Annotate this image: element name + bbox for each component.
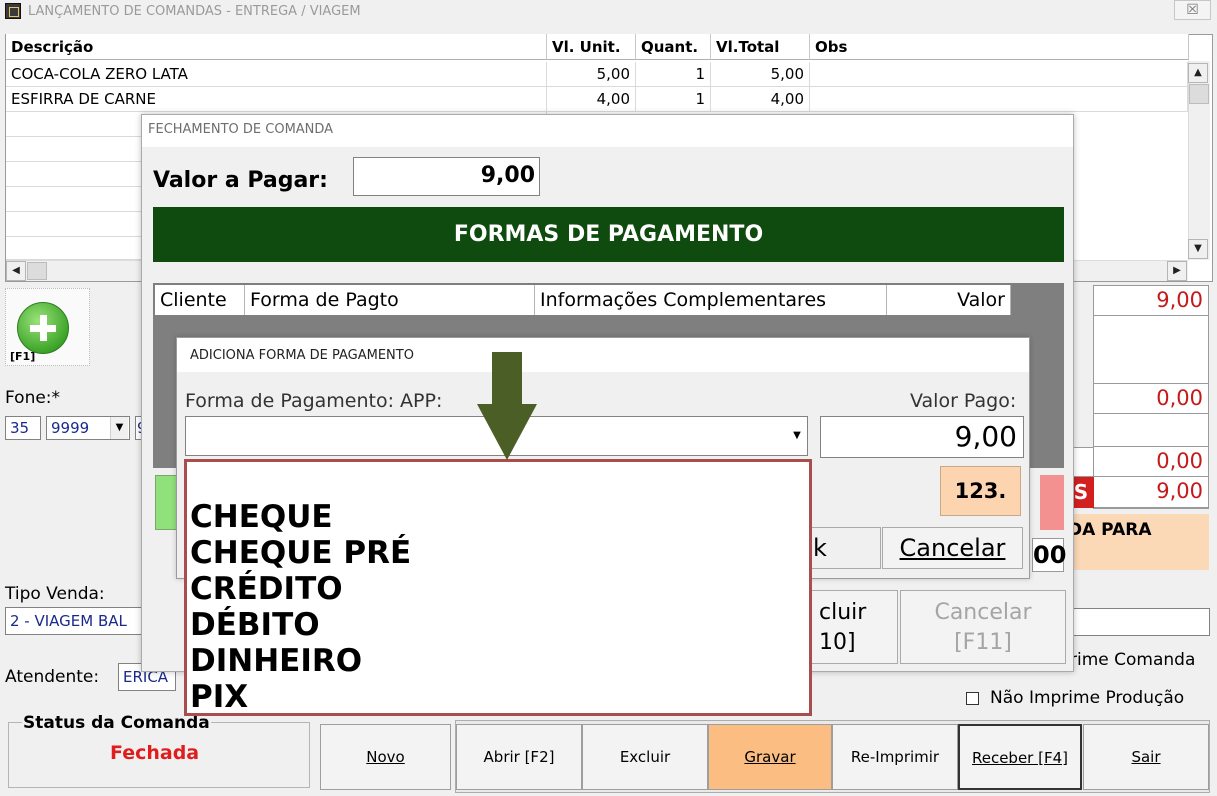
cancel-label: Cancelar [899, 534, 1006, 562]
reimprimir-button[interactable]: Re-Imprimir [832, 724, 958, 790]
formas-pagamento-banner: FORMAS DE PAGAMENTO [153, 207, 1064, 262]
row1-obs[interactable] [810, 62, 1188, 87]
scroll-down-icon[interactable]: ▼ [1188, 239, 1208, 259]
warning-box: DA PARA [1068, 514, 1209, 570]
novo-button[interactable]: Novo [320, 724, 451, 790]
hscroll-thumb[interactable] [27, 262, 47, 280]
arrow-head-icon [477, 404, 537, 460]
forma-pagamento-text: Forma de Pagamento: [185, 390, 394, 412]
imprime-comanda-label: rime Comanda [1070, 650, 1196, 670]
numeric-keypad-button[interactable]: 123. [940, 466, 1021, 516]
right-field-input[interactable] [1066, 608, 1210, 636]
status-value: Fechada [110, 742, 200, 764]
chevron-down-icon[interactable]: ▼ [788, 421, 806, 451]
total-spacer [1094, 414, 1208, 447]
total-value-2: 0,00 [1094, 384, 1208, 414]
total-value-1: 9,00 [1094, 286, 1208, 316]
atendente-label: Atendente: [5, 667, 100, 687]
ok-button[interactable]: k [808, 527, 881, 569]
col-header-obs[interactable]: Obs [810, 34, 1189, 60]
option-credito[interactable]: CRÉDITO [190, 571, 343, 607]
row2-quant[interactable]: 1 [636, 87, 711, 112]
tipo-venda-label: Tipo Venda: [5, 584, 105, 604]
cancel-button[interactable]: Cancelar [882, 527, 1023, 569]
excluir-f10-line2: 10] [819, 630, 856, 655]
add-shortcut-label: [F1] [10, 350, 36, 363]
fechamento-title: FECHAMENTO DE COMANDA [148, 122, 334, 137]
receber-button[interactable]: Receber [F4] [958, 724, 1082, 790]
col-header-vl-unit[interactable]: Vl. Unit. [547, 34, 636, 60]
option-cheque-pre[interactable]: CHEQUE PRÉ [190, 535, 411, 571]
fone-label: Fone:* [5, 388, 61, 408]
row1-descricao[interactable]: COCA-COLA ZERO LATA [6, 62, 547, 87]
valor-pago-label: Valor Pago: [910, 390, 1017, 412]
pay-col-forma[interactable]: Forma de Pagto [245, 285, 535, 315]
sair-button[interactable]: Sair [1083, 724, 1209, 790]
row2-vl-total[interactable]: 4,00 [711, 87, 810, 112]
window-title: LANÇAMENTO DE COMANDAS - ENTREGA / VIAGE… [28, 4, 361, 19]
row1-quant[interactable]: 1 [636, 62, 711, 87]
option-dinheiro[interactable]: DINHEIRO [190, 643, 362, 679]
col-header-descricao[interactable]: Descrição [6, 34, 547, 60]
app-icon [5, 3, 21, 19]
receber-label: Receber [F4] [971, 749, 1068, 767]
valor-a-pagar-field[interactable]: 9,00 [353, 157, 540, 196]
fone-prefix-value: 9999 [51, 419, 90, 437]
row2-vl-unit[interactable]: 4,00 [547, 87, 636, 112]
row1-vl-unit[interactable]: 5,00 [547, 62, 636, 87]
cancelar-f11-line1: Cancelar [934, 600, 1032, 625]
scroll-left-icon[interactable]: ◀ [6, 261, 26, 281]
pay-col-info[interactable]: Informações Complementares [535, 285, 887, 315]
cancelar-f11-button[interactable]: Cancelar [F11] [900, 590, 1066, 664]
row1-vl-total[interactable]: 5,00 [711, 62, 810, 87]
nao-imprime-producao-checkbox[interactable] [966, 692, 979, 705]
fone-ddd-input[interactable]: 35 [5, 416, 41, 440]
excluir-button[interactable]: Excluir [582, 724, 708, 790]
partial-total-field: 00 [1032, 538, 1066, 572]
tipo-venda-select[interactable]: 2 - VIAGEM BAL [5, 607, 145, 635]
scroll-thumb[interactable] [1189, 84, 1209, 104]
abrir-button[interactable]: Abrir [F2] [456, 724, 582, 790]
total-spacer [1094, 316, 1208, 384]
row2-obs[interactable] [810, 87, 1188, 112]
option-cheque[interactable]: CHEQUE [190, 499, 333, 535]
adiciona-title: ADICIONA FORMA DE PAGAMENTO [190, 348, 414, 363]
gravar-button[interactable]: Gravar [708, 724, 832, 790]
close-button[interactable]: ☒ [1174, 0, 1211, 20]
sair-label: Sair [1131, 748, 1161, 766]
plus-circle-icon[interactable] [17, 302, 69, 354]
valor-a-pagar-label: Valor a Pagar: [153, 168, 328, 193]
gravar-label: Gravar [744, 748, 796, 766]
scroll-right-icon[interactable]: ▶ [1167, 261, 1187, 281]
scroll-up-icon[interactable]: ▲ [1188, 63, 1208, 83]
valor-pago-input[interactable]: 9,00 [820, 416, 1024, 458]
excluir-f10-button[interactable]: cluir 10] [808, 590, 898, 664]
cancelar-f11-line2: [F11] [954, 630, 1012, 655]
novo-label: Novo [366, 748, 405, 766]
row2-descricao[interactable]: ESFIRRA DE CARNE [6, 87, 547, 112]
chevron-down-icon[interactable]: ▼ [110, 417, 128, 439]
total-value-4: 9,00 [1094, 477, 1208, 508]
arrow-down-icon [492, 352, 522, 407]
remove-payment-strip[interactable] [1040, 475, 1064, 530]
status-title: Status da Comanda [22, 713, 211, 733]
pay-col-cliente[interactable]: Cliente [155, 285, 245, 315]
pay-col-valor[interactable]: Valor [887, 285, 1011, 315]
excluir-f10-line1: cluir [819, 600, 867, 625]
app-hint: APP: [400, 390, 443, 412]
forma-pagamento-label: Forma de Pagamento: APP: [185, 390, 442, 412]
option-pix[interactable]: PIX [190, 679, 248, 715]
option-debito[interactable]: DÉBITO [190, 607, 320, 643]
total-value-3: 0,00 [1094, 447, 1208, 477]
col-header-quant[interactable]: Quant. [636, 34, 711, 60]
nao-imprime-producao-label: Não Imprime Produção [990, 688, 1185, 708]
col-header-vl-total[interactable]: Vl.Total [711, 34, 810, 60]
